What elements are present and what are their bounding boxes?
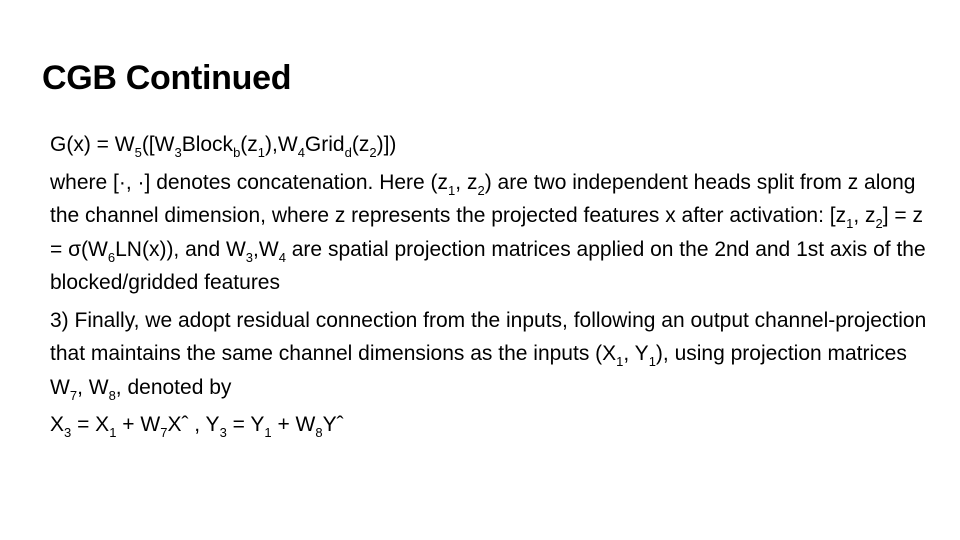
- eq-text: Grid: [304, 133, 345, 156]
- subscript: 4: [278, 249, 286, 265]
- subscript: 5: [134, 145, 142, 160]
- para-text: LN(x)), and W: [115, 237, 246, 261]
- eq-text: (z: [351, 133, 370, 156]
- slide-title: CGB Continued: [42, 59, 292, 97]
- subscript: 6: [107, 249, 116, 265]
- equation-xy: X3 = X1 + W7Xˆ , Y3 = Y1 + W8Yˆ: [50, 408, 930, 442]
- subscript: 3: [64, 425, 72, 440]
- subscript: 7: [69, 387, 78, 403]
- slide: CGB Continued G(x) = W5([W3Blockb(z1),W4…: [0, 0, 960, 540]
- subscript: 3: [174, 145, 182, 160]
- eq-text: = Y: [226, 413, 265, 436]
- para-text: where [·, ·] denotes concatenation. Here…: [50, 170, 449, 194]
- eq-text: )]): [376, 133, 397, 156]
- eq-text: + W: [116, 413, 161, 436]
- subscript: 3: [219, 425, 227, 440]
- para-text: ,W: [253, 237, 279, 261]
- eq-text: X: [50, 413, 65, 436]
- eq-text: ),W: [265, 133, 298, 156]
- subscript: 1: [448, 182, 456, 198]
- para-text: , Y: [623, 342, 649, 365]
- subscript: 1: [264, 425, 272, 440]
- eq-text: G(x) = W: [50, 133, 135, 156]
- equation-g: G(x) = W5([W3Blockb(z1),W4Gridd(z2)]): [50, 128, 930, 162]
- subscript: b: [233, 145, 241, 160]
- eq-text: (z: [240, 133, 258, 156]
- eq-text: ([W: [141, 133, 175, 156]
- subscript: 8: [108, 387, 116, 403]
- subscript: 1: [616, 354, 624, 369]
- slide-body: G(x) = W5([W3Blockb(z1),W4Gridd(z2)]) wh…: [50, 128, 930, 442]
- paragraph-residual: 3) Finally, we adopt residual connection…: [50, 304, 930, 405]
- eq-text: + W: [271, 413, 316, 436]
- subscript: 1: [648, 354, 656, 369]
- eq-text: Yˆ: [322, 413, 344, 436]
- subscript: 1: [846, 216, 854, 231]
- subscript: 2: [369, 145, 377, 160]
- eq-text: Xˆ , Y: [167, 413, 220, 436]
- para-text: , z: [455, 170, 478, 194]
- eq-text: = X: [71, 413, 110, 436]
- subscript: d: [344, 145, 352, 160]
- subscript: 1: [109, 425, 117, 440]
- para-text: , z: [853, 204, 876, 227]
- para-text: , W: [77, 375, 109, 399]
- paragraph-where: where [·, ·] denotes concatenation. Here…: [50, 166, 930, 300]
- subscript: 8: [315, 425, 323, 440]
- eq-text: Block: [181, 133, 234, 156]
- subscript: 7: [160, 425, 168, 440]
- subscript: 4: [297, 145, 305, 160]
- para-text: , denoted by: [115, 375, 232, 399]
- subscript: 3: [245, 249, 254, 265]
- subscript: 1: [257, 145, 266, 160]
- subscript: 2: [477, 182, 485, 198]
- subscript: 2: [875, 216, 883, 231]
